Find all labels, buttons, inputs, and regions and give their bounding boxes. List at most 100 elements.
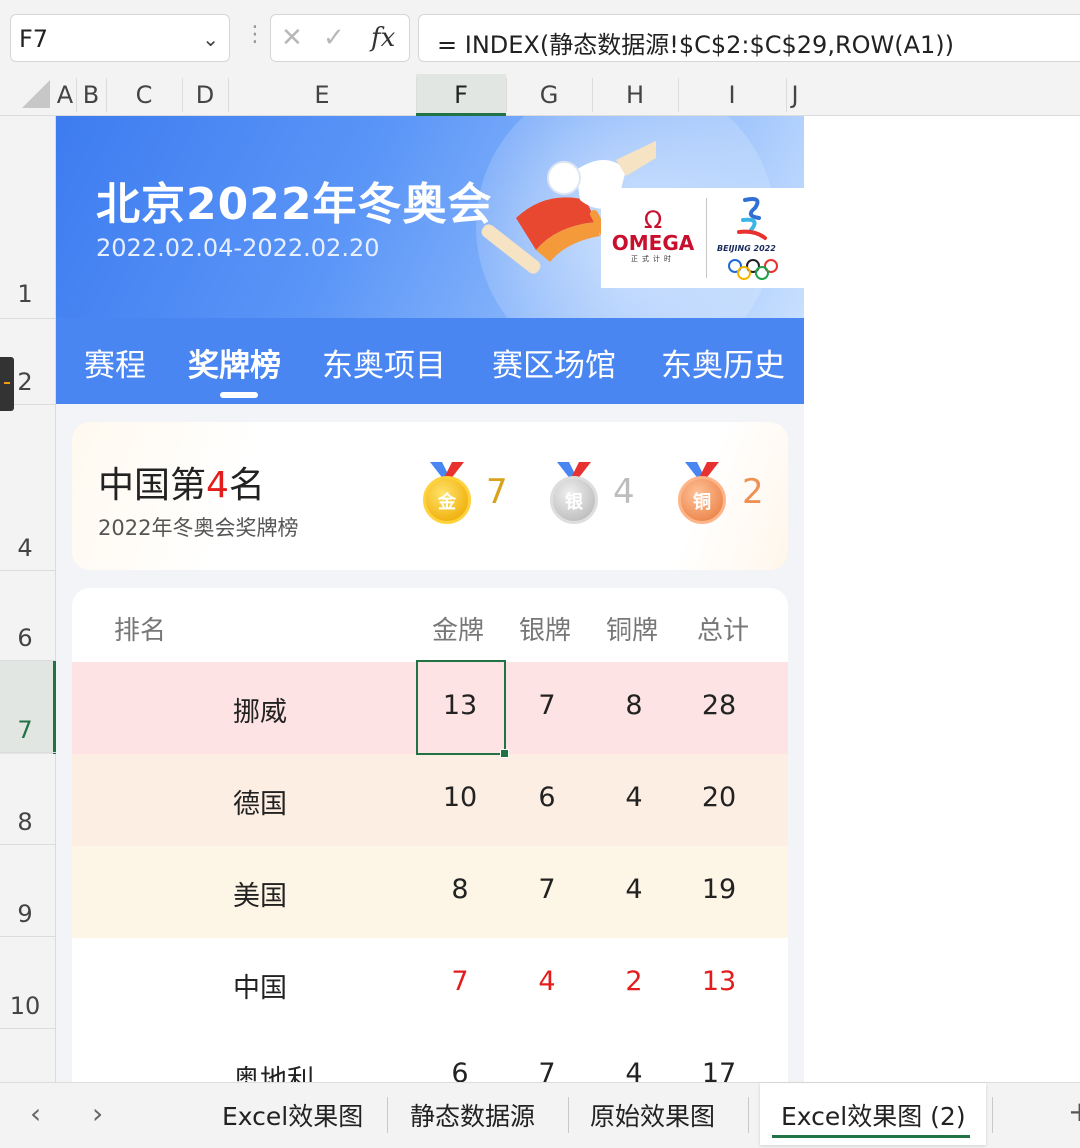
table-row[interactable]: 奥地利 6 7 4 17: [72, 1030, 788, 1082]
gold-cell[interactable]: 10: [420, 782, 500, 813]
enter-icon[interactable]: ✓: [323, 23, 345, 53]
column-divider[interactable]: [786, 78, 787, 112]
column-header-f[interactable]: F: [416, 74, 506, 116]
silver-disc: 银: [550, 476, 598, 524]
tab-medal-table[interactable]: 奖牌榜: [188, 340, 281, 385]
row-header-1[interactable]: 1: [0, 280, 50, 308]
omega-wordmark: OMEGA: [611, 231, 695, 255]
row-divider[interactable]: [0, 1028, 56, 1029]
tab-history[interactable]: 东奥历史: [661, 340, 785, 385]
row-header-10[interactable]: 10: [0, 992, 50, 1020]
sheet-tab-divider: [387, 1097, 388, 1133]
name-box-value[interactable]: F7: [19, 25, 48, 53]
omega-symbol: Ω: [643, 206, 663, 234]
column-divider[interactable]: [678, 78, 679, 112]
formula-text[interactable]: = INDEX(静态数据源!$C$2:$C$29,ROW(A1)): [437, 25, 954, 60]
column-divider[interactable]: [76, 78, 77, 112]
column-divider[interactable]: [228, 78, 229, 112]
country-cell[interactable]: 中国: [233, 966, 287, 1005]
china-rank-heading: 中国第4名: [98, 456, 265, 508]
column-header-b[interactable]: B: [76, 74, 106, 116]
column-header-a[interactable]: A: [54, 74, 76, 116]
table-row[interactable]: 中国 7 4 2 13: [72, 938, 788, 1030]
total-cell[interactable]: 17: [679, 1058, 759, 1082]
column-divider[interactable]: [506, 78, 507, 112]
bronze-cell[interactable]: 4: [594, 874, 674, 905]
row-divider[interactable]: [0, 936, 56, 937]
silver-medal-icon: 银: [549, 462, 599, 532]
column-divider[interactable]: [182, 78, 183, 112]
chevron-down-icon[interactable]: ⌄: [202, 27, 219, 51]
table-row[interactable]: 德国 10 6 4 20: [72, 754, 788, 846]
country-cell[interactable]: 德国: [233, 782, 287, 821]
total-cell[interactable]: 19: [679, 874, 759, 905]
bronze-cell[interactable]: 8: [594, 690, 674, 721]
silver-cell[interactable]: 7: [507, 874, 587, 905]
row-header-4[interactable]: 4: [0, 534, 50, 562]
column-header-g[interactable]: G: [506, 74, 592, 116]
fill-handle[interactable]: [500, 749, 509, 758]
sheet-tab-static-data[interactable]: 静态数据源: [410, 1097, 535, 1133]
sponsor-panel: Ω OMEGA 正式计时 BEIJING 2022: [601, 188, 804, 288]
column-header-j[interactable]: J: [786, 74, 804, 116]
row-divider[interactable]: [0, 570, 56, 571]
column-divider[interactable]: [592, 78, 593, 112]
total-cell[interactable]: 20: [679, 782, 759, 813]
rank-number: 4: [206, 465, 229, 506]
row-header-7[interactable]: 7: [0, 716, 50, 744]
active-cell-border[interactable]: [416, 660, 509, 758]
gold-cell[interactable]: 8: [420, 874, 500, 905]
olympics-banner: 北京2022年冬奥会 2022.02.04-2022.02.20 Ω OMEGA…: [56, 116, 804, 318]
insert-function-icon[interactable]: fx: [371, 23, 395, 53]
tab-schedule[interactable]: 赛程: [84, 340, 146, 385]
silver-cell[interactable]: 7: [507, 690, 587, 721]
silver-cell[interactable]: 6: [507, 782, 587, 813]
row-header-9[interactable]: 9: [0, 900, 50, 928]
row-header-6[interactable]: 6: [0, 624, 50, 652]
silver-cell[interactable]: 4: [507, 966, 587, 997]
pane-drag-handle[interactable]: [0, 357, 14, 411]
sheet-tab-excel-effect[interactable]: Excel效果图: [222, 1097, 363, 1133]
row-divider[interactable]: [0, 660, 56, 661]
prev-sheet-icon[interactable]: ‹: [30, 1097, 41, 1130]
total-cell[interactable]: 28: [679, 690, 759, 721]
row-divider[interactable]: [0, 844, 56, 845]
bronze-cell[interactable]: 2: [594, 966, 674, 997]
row-divider[interactable]: [0, 752, 56, 753]
tab-events[interactable]: 东奥项目: [322, 340, 446, 385]
country-cell[interactable]: 奥地利: [233, 1058, 314, 1082]
gold-count: 7: [486, 472, 508, 512]
next-sheet-icon[interactable]: ›: [92, 1097, 103, 1130]
select-all-corner[interactable]: [22, 80, 50, 108]
sheet-tab-excel-effect-2[interactable]: Excel效果图 (2): [781, 1097, 966, 1133]
header-total: 总计: [697, 616, 750, 646]
bronze-cell[interactable]: 4: [594, 782, 674, 813]
formula-input[interactable]: = INDEX(静态数据源!$C$2:$C$29,ROW(A1)): [418, 14, 1080, 62]
more-options-icon[interactable]: ⋮: [244, 22, 266, 47]
row-header-8[interactable]: 8: [0, 808, 50, 836]
bronze-cell[interactable]: 4: [594, 1058, 674, 1082]
cancel-icon[interactable]: ✕: [281, 23, 303, 53]
gold-cell[interactable]: 6: [420, 1058, 500, 1082]
column-divider[interactable]: [106, 78, 107, 112]
column-divider[interactable]: [416, 78, 417, 112]
sheet-tab-bar: ‹ › Excel效果图 静态数据源 原始效果图 Excel效果图 (2) +: [0, 1082, 1080, 1148]
tab-venues[interactable]: 赛区场馆: [492, 340, 616, 385]
sheet-tab-original[interactable]: 原始效果图: [590, 1097, 715, 1133]
country-cell[interactable]: 挪威: [233, 690, 287, 729]
row-divider[interactable]: [0, 318, 56, 319]
column-header-i[interactable]: I: [678, 74, 786, 116]
silver-cell[interactable]: 7: [507, 1058, 587, 1082]
gold-cell[interactable]: 7: [420, 966, 500, 997]
silver-count: 4: [613, 472, 635, 512]
table-row[interactable]: 美国 8 7 4 19: [72, 846, 788, 938]
column-header-e[interactable]: E: [228, 74, 416, 116]
country-cell[interactable]: 美国: [233, 874, 287, 913]
column-header-d[interactable]: D: [182, 74, 228, 116]
gold-medal-icon: 金: [422, 462, 472, 532]
column-header-h[interactable]: H: [592, 74, 678, 116]
name-box[interactable]: F7 ⌄: [10, 14, 230, 62]
add-sheet-icon[interactable]: +: [1068, 1095, 1080, 1128]
total-cell[interactable]: 13: [679, 966, 759, 997]
column-header-c[interactable]: C: [106, 74, 182, 116]
